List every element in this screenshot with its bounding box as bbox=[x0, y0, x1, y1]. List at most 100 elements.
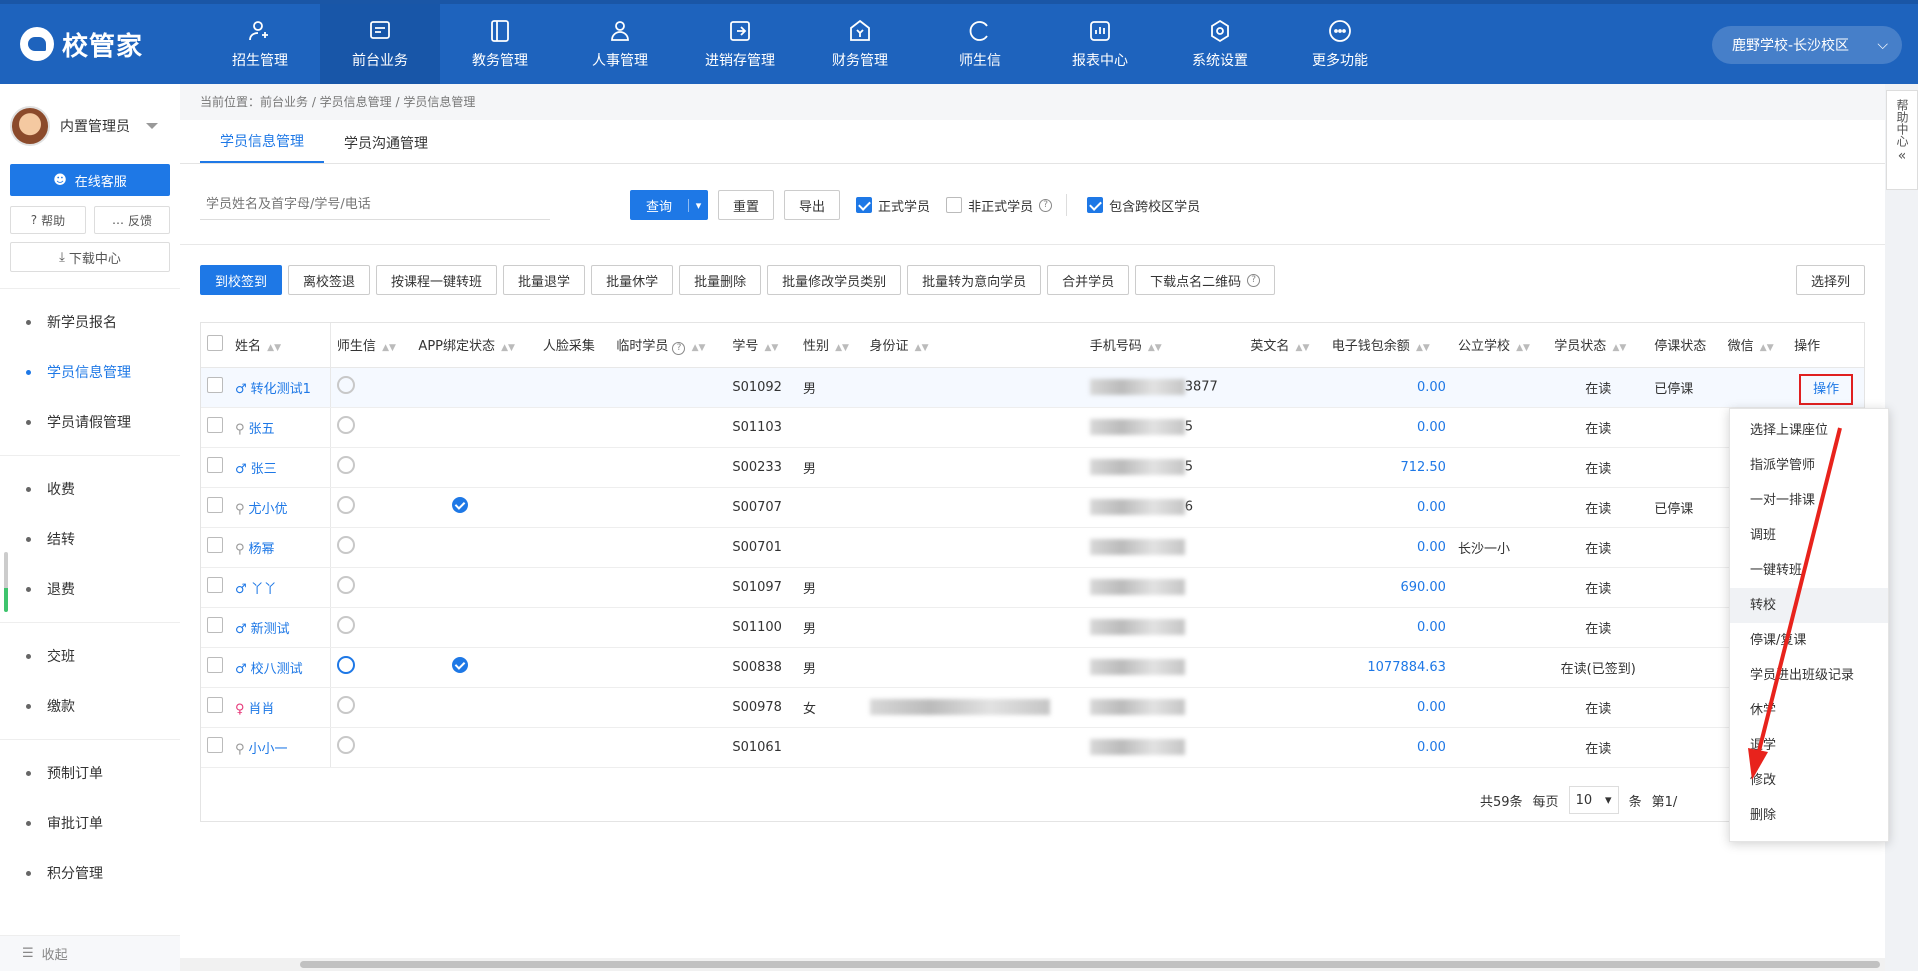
batch-action-button[interactable]: 批量删除 bbox=[679, 265, 762, 295]
nav-item-1[interactable]: 前台业务 bbox=[320, 4, 440, 84]
column-header[interactable]: 公立学校 ▲▼ bbox=[1451, 323, 1549, 368]
table-row[interactable]: ♂ 转化测试1 S01092 男 3877 0.00 在读 已停课 操作 bbox=[201, 367, 1864, 408]
table-row[interactable]: ⚲ 小小一 S01061 0.00 在读 bbox=[201, 727, 1864, 768]
collapse-button[interactable]: ☰ 收起 bbox=[0, 935, 180, 971]
table-row[interactable]: ♂ 张三 S00233 男 5 712.50 在读 bbox=[201, 447, 1864, 488]
column-header[interactable]: 师生信 ▲▼ bbox=[330, 323, 413, 368]
wallet-balance[interactable]: 0.00 bbox=[1325, 487, 1452, 528]
row-checkbox[interactable] bbox=[207, 697, 223, 713]
horizontal-scrollbar[interactable] bbox=[180, 958, 1885, 971]
sidebar-item[interactable]: 缴款 bbox=[0, 681, 180, 731]
page-size-select[interactable]: 10 ▾ bbox=[1568, 786, 1619, 814]
formal-student-checkbox[interactable]: 正式学员 bbox=[856, 196, 930, 215]
wallet-balance[interactable]: 1077884.63 bbox=[1325, 647, 1452, 688]
batch-action-button[interactable]: 批量修改学员类别 bbox=[767, 265, 902, 295]
sort-icon[interactable]: ▲▼ bbox=[382, 343, 396, 353]
column-header[interactable]: 英文名 ▲▼ bbox=[1244, 323, 1326, 368]
student-name-cell[interactable]: ♂ 张三 bbox=[229, 447, 331, 488]
table-row[interactable]: ♂ 新测试 S01100 男 0.00 在读 bbox=[201, 607, 1864, 648]
row-checkbox[interactable] bbox=[207, 737, 223, 753]
batch-action-button[interactable]: 批量退学 bbox=[503, 265, 586, 295]
nav-item-6[interactable]: 师生信 bbox=[920, 4, 1040, 84]
wallet-balance[interactable]: 0.00 bbox=[1325, 407, 1452, 448]
wallet-balance[interactable]: 0.00 bbox=[1325, 367, 1452, 408]
app-logo[interactable]: 校管家 bbox=[0, 4, 200, 84]
column-header[interactable]: 电子钱包余额 ▲▼ bbox=[1325, 323, 1452, 368]
wallet-balance[interactable]: 0.00 bbox=[1325, 727, 1452, 768]
sort-icon[interactable]: ▲▼ bbox=[835, 343, 849, 353]
tab-student-info[interactable]: 学员信息管理 bbox=[200, 131, 324, 163]
sidebar-item[interactable]: 学员信息管理 bbox=[0, 347, 180, 397]
sidebar-item[interactable]: 退费 bbox=[0, 564, 180, 614]
nav-item-8[interactable]: 系统设置 bbox=[1160, 4, 1280, 84]
dropdown-item[interactable]: 停课/复课 bbox=[1730, 623, 1888, 658]
column-header[interactable]: 学号 ▲▼ bbox=[726, 323, 797, 368]
student-name-cell[interactable]: ⚲ 小小一 bbox=[229, 727, 331, 768]
table-row[interactable]: ⚲ 张五 S01103 5 0.00 在读 bbox=[201, 407, 1864, 448]
column-header[interactable]: 停课状态 bbox=[1648, 323, 1722, 368]
wallet-balance[interactable]: 0.00 bbox=[1325, 607, 1452, 648]
table-row[interactable]: ♂ 丫丫 S01097 男 690.00 在读 bbox=[201, 567, 1864, 608]
column-header[interactable]: 性别 ▲▼ bbox=[796, 323, 864, 368]
wallet-balance[interactable]: 712.50 bbox=[1325, 447, 1452, 488]
table-row[interactable]: ⚲ 杨幂 S00701 0.00 长沙一小 在读 bbox=[201, 527, 1864, 568]
user-profile[interactable]: 内置管理员 bbox=[0, 84, 180, 158]
sidebar-item[interactable]: 学员请假管理 bbox=[0, 397, 180, 447]
dropdown-item[interactable]: 选择上课座位 bbox=[1730, 413, 1888, 448]
search-input[interactable] bbox=[200, 190, 550, 220]
nav-item-7[interactable]: 报表中心 bbox=[1040, 4, 1160, 84]
sort-icon[interactable]: ▲▼ bbox=[1760, 343, 1774, 353]
column-header[interactable]: APP绑定状态 ▲▼ bbox=[412, 323, 537, 368]
help-center-tab[interactable]: 帮助中心 « bbox=[1886, 90, 1918, 190]
dropdown-item[interactable]: 学员进出班级记录 bbox=[1730, 658, 1888, 693]
sidebar-item[interactable]: 收费 bbox=[0, 464, 180, 514]
student-name-cell[interactable]: ♂ 新测试 bbox=[229, 607, 331, 648]
question-icon[interactable]: ? bbox=[1039, 198, 1053, 212]
sidebar-item[interactable]: 预制订单 bbox=[0, 748, 180, 798]
sidebar-item[interactable]: 结转 bbox=[0, 514, 180, 564]
download-center-button[interactable]: ⤓ 下载中心 bbox=[10, 242, 170, 272]
student-name-cell[interactable]: ♂ 校八测试 bbox=[229, 647, 331, 688]
dropdown-item[interactable]: 调班 bbox=[1730, 518, 1888, 553]
sort-icon[interactable]: ▲▼ bbox=[1148, 343, 1162, 353]
row-checkbox[interactable] bbox=[207, 457, 223, 473]
nav-item-9[interactable]: 更多功能 bbox=[1280, 4, 1400, 84]
nav-item-0[interactable]: 招生管理 bbox=[200, 4, 320, 84]
student-name-cell[interactable]: ♀ 肖肖 bbox=[229, 687, 331, 728]
column-header[interactable]: 人脸采集 bbox=[536, 323, 611, 368]
sort-icon[interactable]: ▲▼ bbox=[501, 343, 515, 353]
sort-icon[interactable]: ▲▼ bbox=[764, 343, 778, 353]
select-all-checkbox[interactable] bbox=[207, 334, 223, 351]
batch-action-button[interactable]: 按课程一键转班 bbox=[376, 265, 498, 295]
export-button[interactable]: 导出 bbox=[784, 190, 841, 220]
row-checkbox[interactable] bbox=[207, 577, 223, 593]
operation-button[interactable]: 操作 bbox=[1799, 373, 1854, 405]
table-row[interactable]: ⚲ 尤小优 S00707 6 0.00 在读 已停课 bbox=[201, 487, 1864, 528]
student-name-cell[interactable]: ♂ 转化测试1 bbox=[229, 367, 331, 408]
sort-icon[interactable]: ▲▼ bbox=[692, 343, 706, 353]
column-header[interactable]: 手机号码 ▲▼ bbox=[1083, 323, 1245, 368]
row-checkbox[interactable] bbox=[207, 417, 223, 433]
wallet-balance[interactable]: 0.00 bbox=[1325, 687, 1452, 728]
sort-icon[interactable]: ▲▼ bbox=[1612, 343, 1626, 353]
online-service-button[interactable]: ☻ 在线客服 bbox=[10, 164, 170, 196]
table-row[interactable]: ♂ 校八测试 S00838 男 1077884.63 在读(已签到) bbox=[201, 647, 1864, 688]
row-checkbox[interactable] bbox=[207, 657, 223, 673]
batch-action-button[interactable]: 批量转为意向学员 bbox=[907, 265, 1042, 295]
row-checkbox[interactable] bbox=[207, 537, 223, 553]
select-columns-button[interactable]: 选择列 bbox=[1795, 265, 1865, 295]
dropdown-item[interactable]: 转校 bbox=[1730, 588, 1888, 623]
student-name-cell[interactable]: ⚲ 尤小优 bbox=[229, 487, 331, 528]
feedback-button[interactable]: … 反馈 bbox=[94, 206, 170, 234]
batch-action-button[interactable]: 到校签到 bbox=[200, 265, 283, 295]
column-header[interactable]: 微信 ▲▼ bbox=[1721, 323, 1789, 368]
wallet-balance[interactable]: 690.00 bbox=[1325, 567, 1452, 608]
student-name-cell[interactable]: ⚲ 张五 bbox=[229, 407, 331, 448]
dropdown-item[interactable]: 一键转班 bbox=[1730, 553, 1888, 588]
row-checkbox[interactable] bbox=[207, 377, 223, 393]
batch-action-button[interactable]: 合并学员 bbox=[1047, 265, 1130, 295]
question-icon[interactable]: ? bbox=[672, 341, 686, 355]
batch-action-button[interactable]: 批量休学 bbox=[591, 265, 674, 295]
table-row[interactable]: ♀ 肖肖 S00978 女 0.00 在读 bbox=[201, 687, 1864, 728]
help-button[interactable]: ? 帮助 bbox=[10, 206, 86, 234]
